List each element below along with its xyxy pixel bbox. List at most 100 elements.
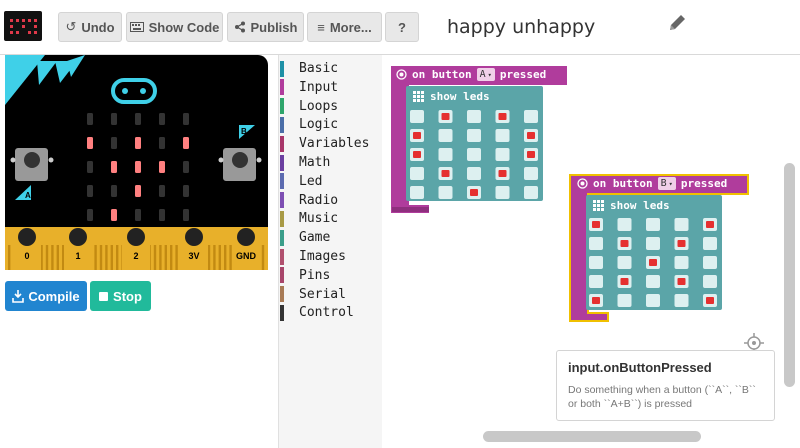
pin-0[interactable]: 0 [13, 227, 41, 270]
pin-2[interactable]: 2 [122, 227, 150, 270]
edge-connector-finger [224, 245, 227, 270]
led-toggle[interactable] [495, 129, 510, 142]
category-label: Radio [299, 192, 339, 208]
led-toggle[interactable] [617, 256, 632, 269]
edge-connector-finger [56, 245, 59, 270]
toolbox-category-radio[interactable]: Radio [279, 191, 338, 210]
more-menu-button[interactable]: ≡ More... [307, 12, 382, 42]
toolbox-category-serial[interactable]: Serial [279, 285, 346, 304]
category-color-bar [280, 286, 284, 303]
category-label: Serial [299, 286, 346, 302]
led-toggle[interactable] [703, 256, 717, 269]
board-led [159, 161, 165, 173]
led-on-indicator [677, 240, 686, 247]
toolbox-category-logic[interactable]: Logic [279, 115, 338, 134]
led-on-indicator [498, 170, 507, 177]
led-toggle[interactable] [438, 129, 453, 142]
board-led [87, 137, 93, 149]
show-leds-block[interactable] [586, 195, 722, 310]
help-tooltip: input.onButtonPressed Do something when … [556, 350, 775, 421]
led-toggle[interactable] [467, 148, 481, 161]
category-color-bar [280, 173, 284, 190]
compile-button[interactable]: Compile [5, 281, 87, 311]
category-color-bar [280, 116, 284, 133]
horizontal-scrollbar[interactable] [483, 431, 701, 442]
toolbox-category-math[interactable]: Math [279, 153, 330, 172]
board-led [183, 209, 189, 221]
top-toolbar: ↺ Undo Show Code Publish ≡ More... ? hap… [0, 0, 800, 55]
led-toggle[interactable] [646, 218, 660, 231]
led-toggle[interactable] [646, 237, 660, 250]
led-toggle[interactable] [703, 237, 717, 250]
publish-button[interactable]: Publish [227, 12, 304, 42]
led-toggle[interactable] [674, 218, 689, 231]
pin-3v[interactable]: 3V [180, 227, 208, 270]
pin-gnd[interactable]: GND [232, 227, 260, 270]
toolbox-category-led[interactable]: Led [279, 172, 322, 191]
toolbox-category-variables[interactable]: Variables [279, 134, 369, 153]
led-toggle[interactable] [495, 186, 510, 199]
category-color-bar [280, 210, 284, 227]
led-toggle[interactable] [646, 294, 660, 307]
toolbox-category-music[interactable]: Music [279, 209, 338, 228]
toolbox-category-pins[interactable]: Pins [279, 266, 330, 285]
led-toggle[interactable] [524, 110, 538, 123]
category-label: Input [299, 79, 339, 95]
led-toggle[interactable] [410, 110, 424, 123]
category-label: Led [299, 173, 323, 189]
pin-label: GND [236, 251, 257, 261]
led-toggle[interactable] [438, 148, 453, 161]
led-toggle[interactable] [617, 294, 632, 307]
pin-label: 2 [133, 251, 138, 261]
led-toggle[interactable] [410, 186, 424, 199]
vertical-scrollbar[interactable] [784, 163, 795, 387]
toolbox-category-loops[interactable]: Loops [279, 97, 338, 116]
show-code-button[interactable]: Show Code [126, 12, 223, 42]
toolbox-category-basic[interactable]: Basic [279, 59, 338, 78]
undo-button[interactable]: ↺ Undo [58, 12, 122, 42]
toolbox-category-game[interactable]: Game [279, 228, 330, 247]
edge-connector-finger [110, 245, 113, 270]
led-toggle[interactable] [617, 218, 632, 231]
edge-connector-finger [229, 245, 232, 270]
led-toggle[interactable] [646, 275, 660, 288]
led-toggle[interactable] [467, 129, 481, 142]
pencil-icon[interactable] [666, 12, 688, 34]
led-toggle[interactable] [410, 167, 424, 180]
led-toggle[interactable] [438, 186, 453, 199]
led-toggle[interactable] [467, 167, 481, 180]
toolbox-category-images[interactable]: Images [279, 247, 346, 266]
button-dropdown[interactable]: B ▾ [657, 177, 676, 190]
category-label: Pins [299, 267, 331, 283]
edge-connector-finger [45, 245, 49, 270]
led-toggle[interactable] [467, 110, 481, 123]
edge-connector-finger [8, 245, 11, 270]
category-color-bar [280, 248, 284, 265]
show-leds-block[interactable] [406, 86, 543, 201]
microbit-logo[interactable] [4, 11, 42, 41]
button-dropdown[interactable]: A ▾ [476, 68, 495, 81]
stop-button[interactable]: Stop [90, 281, 151, 311]
category-color-bar [280, 154, 284, 171]
project-title[interactable]: happy unhappy [447, 16, 595, 38]
led-toggle[interactable] [674, 256, 689, 269]
led-toggle[interactable] [495, 148, 510, 161]
category-color-bar [280, 135, 284, 152]
led-toggle[interactable] [589, 275, 603, 288]
board-led [135, 185, 141, 197]
edge-connector-finger [164, 245, 167, 270]
toolbox-category-control[interactable]: Control [279, 303, 354, 322]
led-toggle[interactable] [524, 186, 538, 199]
led-toggle[interactable] [589, 237, 603, 250]
led-toggle[interactable] [703, 275, 717, 288]
led-toggle[interactable] [524, 167, 538, 180]
pin-1[interactable]: 1 [64, 227, 92, 270]
led-toggle[interactable] [589, 256, 603, 269]
share-icon [234, 21, 245, 33]
help-button[interactable]: ? [385, 12, 419, 42]
toolbox-category-input[interactable]: Input [279, 78, 338, 97]
category-label: Images [299, 249, 346, 264]
board-led [183, 137, 189, 149]
led-toggle[interactable] [674, 294, 689, 307]
category-color-bar [280, 60, 284, 77]
